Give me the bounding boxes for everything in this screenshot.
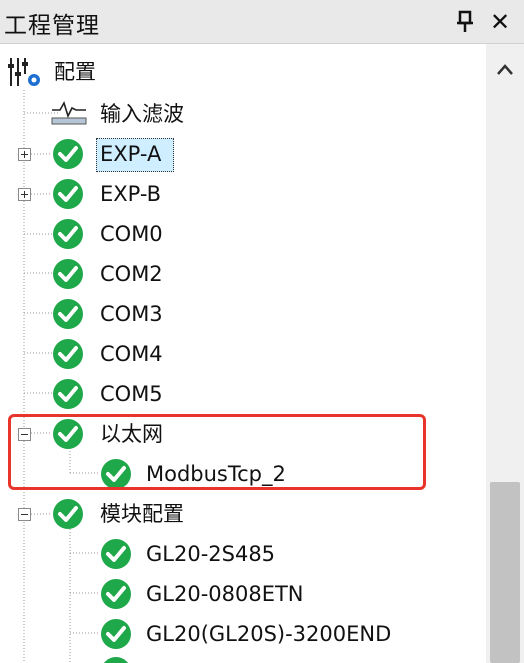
tree-root-label: 配置 xyxy=(54,60,96,84)
tree-item-com5[interactable]: COM5 xyxy=(0,376,220,414)
tree-root-config[interactable]: 配置 xyxy=(0,54,200,92)
tree-item-label: COM2 xyxy=(100,262,163,286)
tree-item-com2[interactable]: COM2 xyxy=(0,256,220,294)
check-icon xyxy=(104,657,128,663)
check-icon xyxy=(53,299,83,329)
close-icon[interactable]: ✕ xyxy=(486,8,514,36)
check-icon xyxy=(53,259,83,289)
tree-item-gl20-0808etn[interactable]: GL20-0808ETN xyxy=(96,576,396,614)
check-icon xyxy=(53,219,83,249)
tree-item-label: COM5 xyxy=(100,382,163,406)
check-icon xyxy=(53,339,83,369)
check-icon xyxy=(53,499,83,529)
tree-item-label: COM3 xyxy=(100,302,163,326)
vertical-scrollbar[interactable] xyxy=(486,44,524,663)
config-settings-icon xyxy=(6,56,44,88)
panel-titlebar: 工程管理 ✕ xyxy=(0,0,524,44)
tree-item-label: COM4 xyxy=(100,342,163,366)
expand-toggle[interactable] xyxy=(18,148,31,161)
tree-item-module-config[interactable]: 模块配置 xyxy=(0,496,240,534)
tree-item-label: 模块配置 xyxy=(100,502,184,526)
check-icon xyxy=(101,579,131,609)
tree-item-exp-a[interactable]: EXP-A xyxy=(0,136,220,174)
collapse-toggle[interactable] xyxy=(18,508,31,521)
scroll-up-icon[interactable] xyxy=(486,52,524,88)
tree-item-label: EXP-A xyxy=(100,142,162,166)
panel-title: 工程管理 xyxy=(4,13,100,39)
check-icon xyxy=(101,459,131,489)
tree-item-label: GL20(GL20S)-3200END xyxy=(146,622,392,646)
tree-item-label: GL20-2S485 xyxy=(146,542,276,566)
tree-item-ethernet[interactable]: 以太网 xyxy=(0,416,220,454)
check-icon xyxy=(53,379,83,409)
expand-toggle[interactable] xyxy=(18,188,31,201)
check-icon xyxy=(53,139,83,169)
tree-item-com4[interactable]: COM4 xyxy=(0,336,220,374)
tree-item-modbustcp-2[interactable]: ModbusTcp_2 xyxy=(96,456,336,494)
tree-item-label: 输入滤波 xyxy=(100,102,184,126)
tree-item-label: COM0 xyxy=(100,222,163,246)
tree-item-gl20-3200end[interactable]: GL20(GL20S)-3200END xyxy=(96,616,456,654)
waveform-icon xyxy=(50,100,90,128)
tree-item-label: 以太网 xyxy=(100,422,163,446)
tree-item-label: GL20-0808ETN xyxy=(146,582,304,606)
tree-item-com0[interactable]: COM0 xyxy=(0,216,220,254)
tree-item-label: EXP-B xyxy=(100,182,162,206)
check-icon xyxy=(101,619,131,649)
tree-item-gl20-2s485[interactable]: GL20-2S485 xyxy=(96,536,396,574)
pin-icon[interactable] xyxy=(452,9,478,35)
scrollbar-thumb[interactable] xyxy=(490,482,520,663)
tree-item-com3[interactable]: COM3 xyxy=(0,296,220,334)
check-icon xyxy=(53,179,83,209)
project-tree: 配置 输入滤波 EXP-A EXP-B COM0 COM2 COM3 COM4 … xyxy=(0,44,486,663)
check-icon xyxy=(53,419,83,449)
check-icon xyxy=(101,539,131,569)
tree-item-input-filter[interactable]: 输入滤波 xyxy=(50,96,250,134)
tree-item-label: ModbusTcp_2 xyxy=(146,462,286,486)
collapse-toggle[interactable] xyxy=(18,428,31,441)
tree-item-exp-b[interactable]: EXP-B xyxy=(0,176,220,214)
